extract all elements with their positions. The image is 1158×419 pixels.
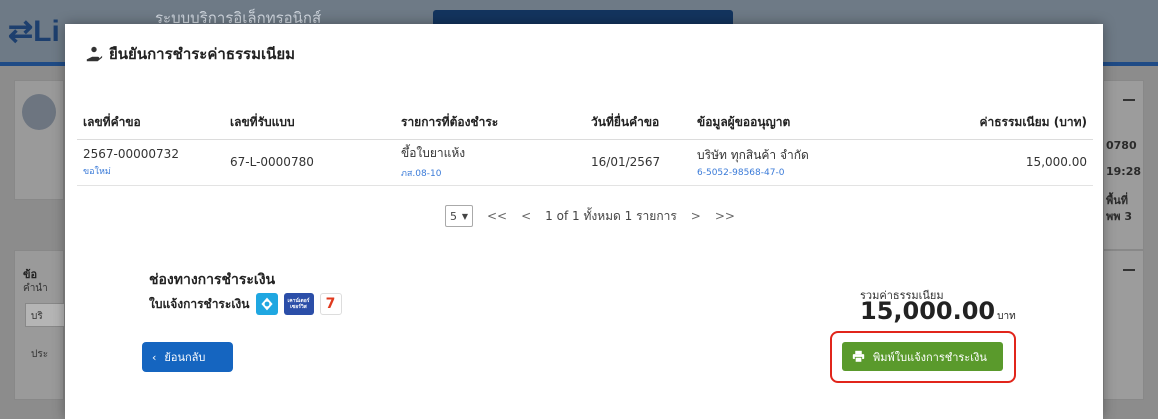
col-receive-no: เลขที่รับแบบ <box>224 107 395 140</box>
back-button[interactable]: ‹ ย้อนกลับ <box>142 342 233 372</box>
applicant-id-link[interactable]: 6-5052-98568-47-0 <box>697 168 885 178</box>
col-date: วันที่ยื่นคำขอ <box>585 107 691 140</box>
pagination: 5 ▼ << < 1 of 1 ทั้งหมด 1 รายการ > >> <box>445 205 735 227</box>
background-card-applicant: ข้อ คำนำ บริ ประ <box>14 250 65 400</box>
background-card-right-lower <box>1103 250 1144 400</box>
payment-channel-title: ช่องทางการชำระเงิน <box>149 272 276 288</box>
collapse-icon[interactable] <box>1123 269 1135 271</box>
table-header-row: เลขที่คำขอ เลขที่รับแบบ รายการที่ต้องชำร… <box>77 107 1093 140</box>
emblem-icon <box>22 94 56 130</box>
request-type-link[interactable]: ขอใหม่ <box>83 164 218 178</box>
col-item: รายการที่ต้องชำระ <box>395 107 585 140</box>
cell-request-no: 2567-00000732 ขอใหม่ <box>77 139 224 186</box>
print-payment-slip-button[interactable]: พิมพ์ใบแจ้งการชำระเงิน <box>842 342 1003 371</box>
first-page-button[interactable]: << <box>487 209 507 223</box>
printer-icon <box>852 350 865 363</box>
payment-slip-label: ใบแจ้งการชำระเงิน <box>149 296 250 311</box>
chevron-left-icon: ‹ <box>152 350 157 364</box>
chevron-down-icon: ▼ <box>461 211 468 221</box>
cell-item: ขึ้อใบยาแห้ง ภส.08-10 <box>395 139 585 186</box>
pagination-info: 1 of 1 ทั้งหมด 1 รายการ <box>545 208 677 223</box>
cell-date: 16/01/2567 <box>585 139 691 186</box>
seven-eleven-icon: 7 <box>319 293 342 315</box>
col-request-no: เลขที่คำขอ <box>77 107 224 140</box>
fee-table: เลขที่คำขอ เลขที่รับแบบ รายการที่ต้องชำร… <box>77 107 1093 186</box>
modal-title: ยืนยันการชำระค่าธรรมเนียม <box>85 42 295 66</box>
payment-channel-row: ใบแจ้งการชำระเงิน เคาน์เตอร์ เซอร์วิส 7 <box>149 293 342 315</box>
col-fee: ค่าธรรมเนียม (บาท) <box>891 107 1093 140</box>
currency-unit: บาท <box>997 311 1016 322</box>
collapse-icon[interactable] <box>1123 99 1135 101</box>
hand-coin-icon <box>86 46 103 62</box>
page-size-select[interactable]: 5 ▼ <box>445 205 473 227</box>
table-row: 2567-00000732 ขอใหม่ 67-L-0000780 ขึ้อใบ… <box>77 139 1093 186</box>
next-page-button[interactable]: > <box>691 209 701 223</box>
app-logo: ⇄Li <box>8 15 60 48</box>
cell-applicant: บริษัท ทุกสินค้า จำกัด 6-5052-98568-47-0 <box>691 139 891 186</box>
item-code-link[interactable]: ภส.08-10 <box>401 166 579 180</box>
background-card-right: 0780 19:28 พื้นที่ พพ 3 <box>1103 80 1144 250</box>
prev-page-button[interactable]: < <box>521 209 531 223</box>
confirm-payment-modal: ยืนยันการชำระค่าธรรมเนียม เลขที่คำขอ เลข… <box>65 24 1103 419</box>
total-fee-amount: 15,000.00 บาท <box>860 297 1016 325</box>
cell-fee: 15,000.00 <box>891 139 1093 186</box>
last-page-button[interactable]: >> <box>715 209 735 223</box>
col-applicant: ข้อมูลผู้ขออนุญาต <box>691 107 891 140</box>
counter-service-icon: เคาน์เตอร์ เซอร์วิส <box>283 293 314 315</box>
cell-receive-no: 67-L-0000780 <box>224 139 395 186</box>
krungthai-bank-icon <box>255 293 278 315</box>
logo-arrow-icon: ⇄ <box>8 15 34 48</box>
